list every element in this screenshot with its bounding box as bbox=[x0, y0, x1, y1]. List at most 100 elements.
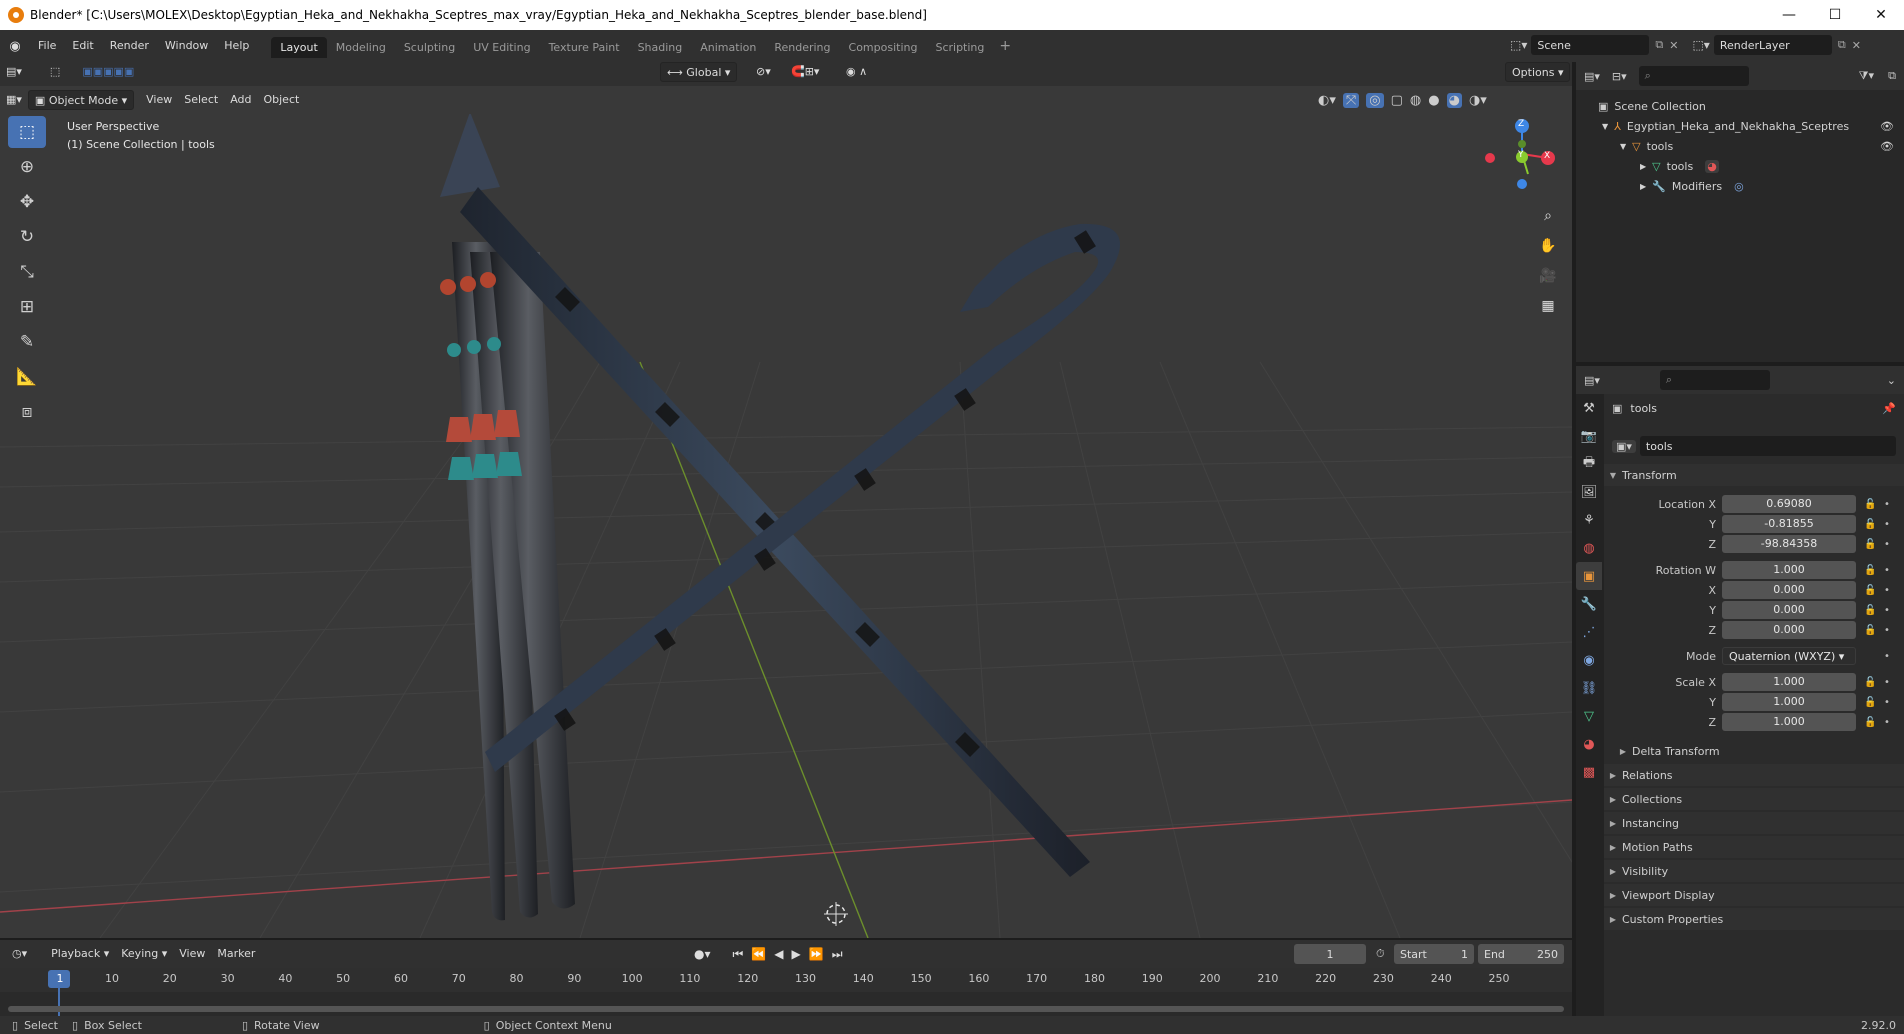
menu-window[interactable]: Window bbox=[157, 35, 216, 57]
show-gizmo-icon[interactable]: ⤧ bbox=[1342, 92, 1360, 108]
keyframe-dot-icon[interactable]: • bbox=[1884, 677, 1892, 688]
visibility-eye-icon[interactable]: 👁 bbox=[1880, 120, 1894, 133]
scale-tool-icon[interactable]: ⤡ bbox=[8, 256, 46, 288]
current-frame-field[interactable]: 1 bbox=[1294, 944, 1366, 964]
workspace-tab-texture-paint[interactable]: Texture Paint bbox=[540, 37, 629, 59]
lock-icon[interactable]: 🔓 bbox=[1864, 717, 1878, 728]
options-dropdown[interactable]: Options ▾ bbox=[1505, 62, 1571, 82]
texture-tab-icon[interactable]: ▩ bbox=[1576, 758, 1602, 786]
motion-paths-section[interactable]: ▶ Motion Paths bbox=[1604, 836, 1904, 858]
keyframe-dot-icon[interactable]: • bbox=[1884, 519, 1892, 530]
properties-search[interactable]: ⌕ bbox=[1659, 370, 1770, 390]
rotation-x-field[interactable]: 0.000 bbox=[1722, 581, 1856, 599]
new-scene-icon[interactable]: ⧉ bbox=[1655, 38, 1663, 52]
jump-end-icon[interactable]: ⏭ bbox=[832, 947, 843, 962]
camera-view-icon[interactable]: 🎥 bbox=[1534, 262, 1562, 290]
material-preview-icon[interactable]: ◕ bbox=[1446, 92, 1462, 108]
timeline-view-menu[interactable]: View bbox=[173, 944, 211, 964]
view-object-types-icon[interactable]: ◐▾ bbox=[1318, 93, 1336, 108]
keyframe-dot-icon[interactable]: • bbox=[1884, 565, 1892, 576]
keyframe-dot-icon[interactable]: • bbox=[1884, 625, 1892, 636]
jump-start-icon[interactable]: ⏮ bbox=[733, 947, 744, 962]
add-cube-tool-icon[interactable]: ⧈ bbox=[8, 396, 46, 428]
keyframe-dot-icon[interactable]: • bbox=[1884, 539, 1892, 550]
outliner-item-mesh-data[interactable]: ▶ ▽ tools ◕ bbox=[1576, 156, 1904, 176]
annotate-tool-icon[interactable]: ✎ bbox=[8, 326, 46, 358]
keyframe-dot-icon[interactable]: • bbox=[1884, 605, 1892, 616]
play-icon[interactable]: ▶ bbox=[792, 947, 801, 962]
measure-tool-icon[interactable]: 📐 bbox=[8, 361, 46, 393]
particles-tab-icon[interactable]: ⋰ bbox=[1576, 618, 1602, 646]
viewport-editor-icon[interactable]: ▦▾ bbox=[0, 90, 28, 110]
instancing-section[interactable]: ▶ Instancing bbox=[1604, 812, 1904, 834]
delete-scene-icon[interactable]: ✕ bbox=[1669, 39, 1678, 52]
transform-section-header[interactable]: ▼ Transform bbox=[1604, 464, 1904, 486]
select-box-tool-icon[interactable]: ⬚ bbox=[8, 116, 46, 148]
location-x-field[interactable]: 0.69080 bbox=[1722, 495, 1856, 513]
lock-icon[interactable]: 🔓 bbox=[1864, 519, 1878, 530]
object-name-field[interactable]: tools bbox=[1639, 436, 1896, 456]
layer-browse-icon[interactable]: ⬚▾ bbox=[1692, 38, 1709, 52]
object-mode-dropdown[interactable]: ▣ Object Mode ▾ bbox=[27, 90, 135, 110]
new-collection-icon[interactable]: ⧉ bbox=[1888, 69, 1896, 83]
select-menu-item[interactable]: Select bbox=[178, 90, 224, 110]
editor-type-icon-top[interactable]: ▤▾ bbox=[0, 62, 28, 82]
expand-arrow-icon[interactable]: ▼ bbox=[1602, 122, 1608, 131]
collapse-arrow-icon[interactable]: ▶ bbox=[1640, 162, 1646, 171]
delta-transform-section[interactable]: ▶ Delta Transform bbox=[1604, 740, 1904, 762]
transform-tool-icon[interactable]: ⊞ bbox=[8, 291, 46, 323]
add-menu-item[interactable]: Add bbox=[224, 90, 257, 110]
menu-edit[interactable]: Edit bbox=[64, 35, 101, 57]
ortho-grid-icon[interactable]: ▦ bbox=[1534, 292, 1562, 320]
timeline-ruler[interactable]: 1 10 20 30 40 50 60 70 80 90 100 110 120 130 140 150 160… bbox=[0, 968, 1572, 1016]
view-layer-field[interactable]: RenderLayer bbox=[1713, 35, 1832, 55]
show-overlays-icon[interactable]: ◎ bbox=[1366, 92, 1384, 108]
keyframe-dot-icon[interactable]: • bbox=[1884, 585, 1892, 596]
add-workspace-button[interactable]: + bbox=[993, 38, 1017, 54]
keying-menu[interactable]: Keying ▾ bbox=[115, 944, 173, 964]
lock-icon[interactable]: 🔓 bbox=[1864, 565, 1878, 576]
outliner-item-tools[interactable]: ▼ ▽ tools 👁 bbox=[1576, 136, 1904, 156]
workspace-tab-sculpting[interactable]: Sculpting bbox=[395, 37, 464, 59]
menu-help[interactable]: Help bbox=[216, 35, 257, 57]
prev-keyframe-icon[interactable]: ⏪ bbox=[751, 947, 766, 962]
panel-options-icon[interactable]: ⌄ bbox=[1887, 374, 1896, 387]
play-reverse-icon[interactable]: ◀ bbox=[774, 947, 783, 962]
scale-x-field[interactable]: 1.000 bbox=[1722, 673, 1856, 691]
location-y-field[interactable]: -0.81855 bbox=[1722, 515, 1856, 533]
pivot-icon[interactable]: ⊘▾ bbox=[750, 62, 777, 82]
scale-y-field[interactable]: 1.000 bbox=[1722, 693, 1856, 711]
proportional-edit-icon[interactable]: ◉ ∧ bbox=[840, 62, 873, 82]
3d-viewport[interactable]: ▦▾ ▣ Object Mode ▾ View Select Add Objec… bbox=[0, 62, 1572, 938]
collapse-arrow-icon[interactable]: ▶ bbox=[1640, 182, 1646, 191]
menu-file[interactable]: File bbox=[30, 35, 64, 57]
record-icon[interactable]: ●▾ bbox=[694, 947, 711, 962]
view-menu-item[interactable]: View bbox=[140, 90, 178, 110]
workspace-tab-modeling[interactable]: Modeling bbox=[327, 37, 395, 59]
render-tab-icon[interactable]: 📷 bbox=[1576, 422, 1602, 450]
location-z-field[interactable]: -98.84358 bbox=[1722, 535, 1856, 553]
timeline-editor-icon[interactable]: ◷▾ bbox=[6, 944, 33, 964]
solid-icon[interactable]: ● bbox=[1428, 93, 1439, 108]
relations-section[interactable]: ▶ Relations bbox=[1604, 764, 1904, 786]
visibility-eye-icon[interactable]: 👁 bbox=[1880, 140, 1894, 153]
cursor-tool-icon[interactable]: ⊕ bbox=[8, 151, 46, 183]
keyframe-dot-icon[interactable]: • bbox=[1884, 697, 1892, 708]
constraints-tab-icon[interactable]: ⛓ bbox=[1576, 674, 1602, 702]
viewport-scene[interactable] bbox=[0, 62, 1572, 938]
clock-icon[interactable]: ⏱ bbox=[1376, 947, 1385, 961]
world-tab-icon[interactable]: ◍ bbox=[1576, 534, 1602, 562]
scene-tab-icon[interactable]: ⚘ bbox=[1576, 506, 1602, 534]
collections-section[interactable]: ▶ Collections bbox=[1604, 788, 1904, 810]
delete-layer-icon[interactable]: ✕ bbox=[1852, 39, 1861, 52]
object-tab-icon[interactable]: ▣ bbox=[1576, 562, 1602, 590]
blender-menu-icon[interactable]: ◉ bbox=[0, 39, 30, 54]
rotation-mode-dropdown[interactable]: Quaternion (WXYZ) ▾ bbox=[1722, 647, 1856, 665]
workspace-tab-layout[interactable]: Layout bbox=[271, 37, 327, 59]
lock-icon[interactable]: 🔓 bbox=[1864, 585, 1878, 596]
select-mode-icons[interactable]: ▣▣▣▣▣ bbox=[76, 62, 140, 82]
workspace-tab-shading[interactable]: Shading bbox=[629, 37, 692, 59]
keyframe-dot-icon[interactable]: • bbox=[1884, 499, 1892, 510]
keyframe-dot-icon[interactable]: • bbox=[1884, 651, 1892, 662]
marker-menu[interactable]: Marker bbox=[211, 944, 261, 964]
